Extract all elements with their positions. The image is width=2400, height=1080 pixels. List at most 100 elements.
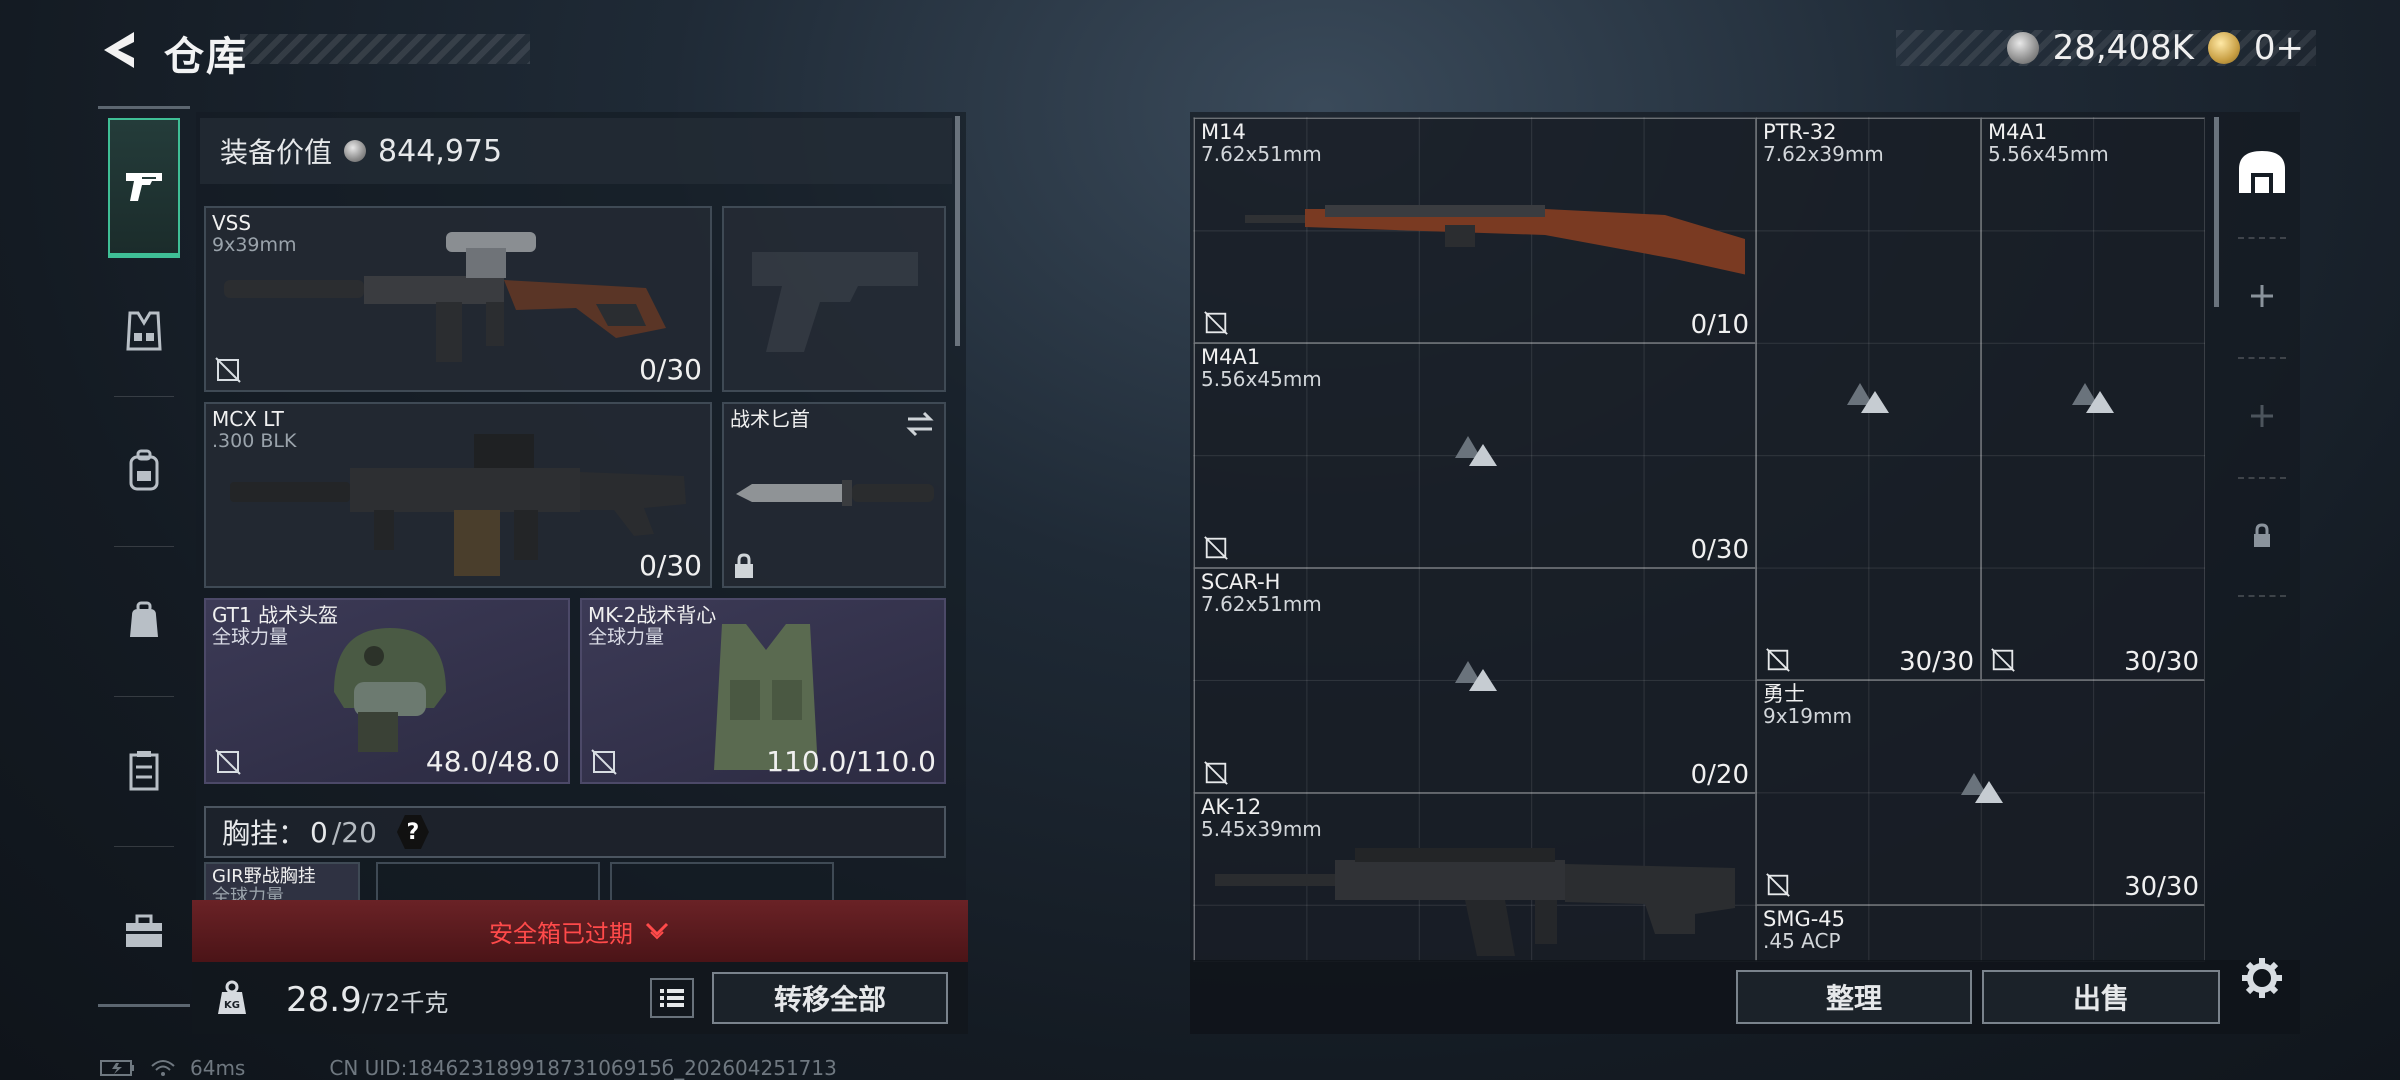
- rail-divider: [114, 846, 174, 847]
- stash-item-caliber: 5.56x45mm: [1988, 142, 2109, 166]
- no-trade-icon: [1766, 648, 1790, 672]
- empty-grid-slot[interactable]: [610, 862, 834, 902]
- loading-triangles-icon: [1961, 773, 2003, 803]
- stash-item-ak12[interactable]: AK-12 5.45x39mm: [1194, 793, 1756, 961]
- no-trade-icon: [1766, 873, 1790, 897]
- safebox-expired-text: 安全箱已过期: [489, 919, 633, 948]
- plus-icon: [2251, 405, 2273, 427]
- transfer-all-button[interactable]: 转移全部: [712, 972, 948, 1024]
- stash-item-smg45[interactable]: SMG-45 .45 ACP: [1756, 905, 2204, 961]
- tab-divider: [2238, 237, 2286, 239]
- tab-divider: [2238, 477, 2286, 479]
- stash-item-caliber: 5.45x39mm: [1201, 817, 1322, 841]
- ak12-rifle-image: [1215, 848, 1735, 956]
- m14-rifle-image: [1245, 205, 1745, 275]
- status-bar: 64ms CN UID:18462318991873106915б_202604…: [100, 1056, 837, 1080]
- user-uid: CN UID:18462318991873106915б_20260425171…: [329, 1056, 837, 1080]
- stash-scrollbar[interactable]: [2214, 117, 2219, 307]
- carry-weight: 28.9/72千克: [286, 980, 448, 1020]
- sell-button[interactable]: 出售: [1982, 970, 2220, 1024]
- stash-item-count: 0/10: [1690, 310, 1749, 340]
- currency-bar: 28,408K 0+: [1896, 28, 2316, 68]
- stash-item-name: SMG-45: [1763, 907, 1846, 931]
- stash-item-caliber: .45 ACP: [1763, 929, 1841, 953]
- secondary-weapon-slot[interactable]: MCX LT .300 BLK 0/30: [204, 402, 712, 588]
- bag-icon: [130, 601, 158, 637]
- melee-slot[interactable]: 战术匕首: [722, 402, 946, 588]
- stash-item-name: M14: [1201, 120, 1246, 144]
- rail-item-container[interactable]: [104, 726, 184, 816]
- help-icon[interactable]: ?: [396, 815, 429, 849]
- slot-item-name: VSS: [212, 211, 252, 235]
- stash-item-caliber: 7.62x51mm: [1201, 592, 1322, 616]
- add-stash-tab-button[interactable]: [2226, 241, 2298, 351]
- stash-item-scarh[interactable]: SCAR-H 7.62x51mm 0/20: [1194, 568, 1756, 793]
- armor-slot[interactable]: MK-2战术背心 全球力量 110.0/110.0: [580, 598, 946, 784]
- stash-grid[interactable]: M14 7.62x51mm 0/10 PTR-32 7.62x39mm 30/3…: [1193, 117, 2205, 962]
- rail-item-weapons[interactable]: [108, 118, 180, 258]
- chest-rig-item-name: GIR野战胸挂: [212, 866, 316, 887]
- lock-icon: [2254, 523, 2270, 547]
- gold-coin-icon: [2207, 32, 2240, 64]
- swap-icon[interactable]: [904, 410, 936, 438]
- category-rail: [98, 106, 190, 1006]
- locked-stash-tab[interactable]: [2226, 481, 2298, 591]
- silver-coin-icon: [2006, 32, 2039, 64]
- slot-item-caliber: 9x39mm: [212, 234, 297, 256]
- primary-weapon-slot[interactable]: VSS 9x39mm 0/30: [204, 206, 712, 392]
- chest-rig-item[interactable]: GIR野战胸挂 全球力量: [204, 862, 360, 902]
- gold-currency-amount[interactable]: 0+: [2254, 28, 2304, 68]
- stash-item-name: SCAR-H: [1201, 570, 1281, 594]
- stash-item-count: 0/30: [1690, 535, 1749, 565]
- stash-tab-main[interactable]: [2226, 117, 2298, 227]
- tab-divider: [2238, 595, 2286, 597]
- ping-value: 64ms: [190, 1056, 246, 1080]
- no-trade-icon: [591, 749, 617, 775]
- silver-currency-amount: 28,408K: [2052, 28, 2194, 68]
- equipment-value-row: 装备价值 844,975: [200, 118, 952, 184]
- equipment-value-label: 装备价值: [220, 136, 333, 169]
- safebox-expired-banner[interactable]: 安全箱已过期: [192, 900, 968, 962]
- rail-item-backpack[interactable]: [104, 426, 184, 516]
- stash-item-yongshi[interactable]: 勇士 9x19mm 30/30: [1756, 680, 2204, 905]
- rail-item-toolbox[interactable]: [104, 886, 184, 976]
- weight-icon: KG: [214, 980, 250, 1016]
- pistol-silhouette-icon: [752, 252, 918, 352]
- gear-icon: [2242, 958, 2282, 998]
- stash-item-m4a1[interactable]: M4A1 5.56x45mm 30/30: [1981, 118, 2204, 680]
- empty-grid-slot[interactable]: [376, 862, 600, 902]
- list-icon: [660, 989, 684, 1007]
- equipment-scrollbar[interactable]: [955, 116, 960, 346]
- loading-triangles-icon: [1455, 436, 1497, 466]
- helmet-slot[interactable]: GT1 战术头盔 全球力量 48.0/48.0: [204, 598, 570, 784]
- tab-divider: [2238, 357, 2286, 359]
- slot-item-caliber: .300 BLK: [212, 430, 297, 452]
- stash-item-count: 0/20: [1690, 760, 1749, 790]
- stash-item-count: 30/30: [2124, 872, 2199, 902]
- chest-rig-bar[interactable]: 胸挂： 0 /20 ?: [204, 806, 946, 858]
- rail-bottom-divider: [98, 1004, 190, 1007]
- no-trade-icon: [1204, 761, 1228, 785]
- loading-triangles-icon: [2072, 383, 2114, 413]
- plus-icon: [2251, 285, 2273, 307]
- no-trade-icon: [1204, 536, 1228, 560]
- backpack-icon: [129, 449, 159, 491]
- container-icon: [129, 751, 159, 791]
- rail-divider: [114, 546, 174, 547]
- list-view-button[interactable]: [650, 978, 694, 1018]
- title-decoration: [240, 34, 530, 64]
- pistol-slot[interactable]: [722, 206, 946, 392]
- back-button[interactable]: [96, 22, 140, 78]
- stash-item-m14[interactable]: M14 7.62x51mm 0/10: [1194, 118, 1756, 343]
- sort-button[interactable]: 整理: [1736, 970, 1972, 1024]
- stash-item-ptr32[interactable]: PTR-32 7.62x39mm 30/30: [1756, 118, 1981, 680]
- settings-button[interactable]: [2236, 952, 2288, 1004]
- add-stash-tab-button-disabled[interactable]: [2226, 361, 2298, 471]
- rail-item-bag[interactable]: [104, 576, 184, 666]
- rail-item-vest[interactable]: [104, 286, 184, 376]
- stash-item-name: M4A1: [1201, 345, 1261, 369]
- slot-durability: 110.0/110.0: [766, 745, 936, 778]
- vest-icon: [126, 311, 162, 351]
- silver-coin-icon: [344, 140, 367, 162]
- stash-item-m4a1[interactable]: M4A1 5.56x45mm 0/30: [1194, 343, 1756, 568]
